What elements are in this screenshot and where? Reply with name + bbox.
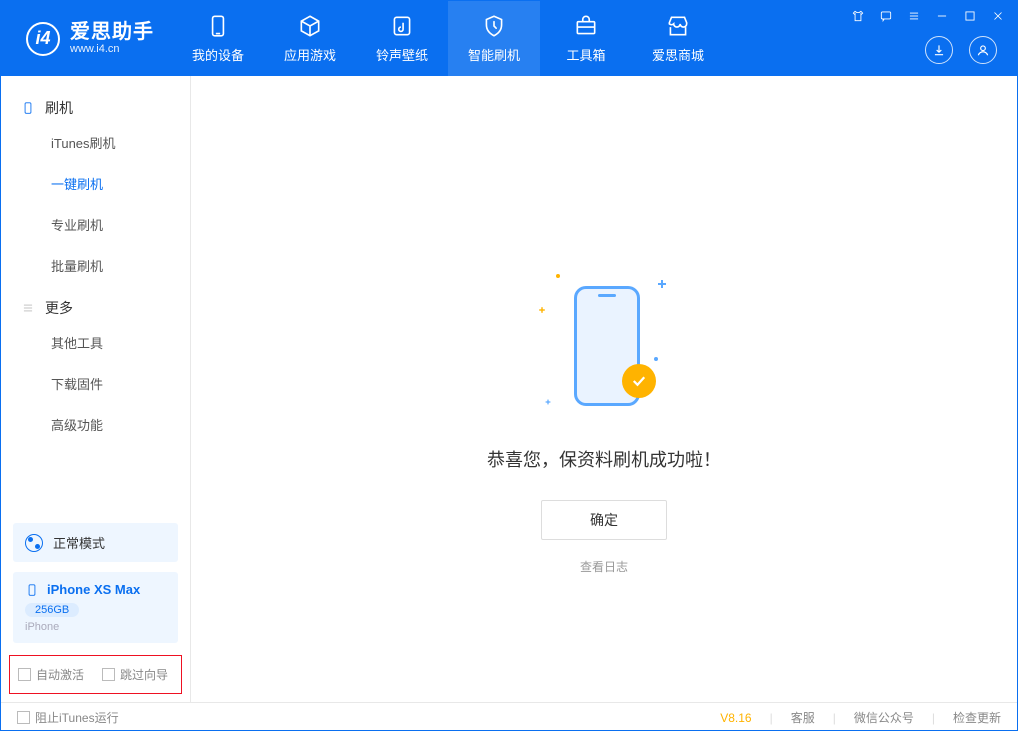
phone-icon [21,101,35,115]
block-itunes-label: 阻止iTunes运行 [35,711,119,725]
minimize-button[interactable] [935,9,949,23]
device-name: iPhone XS Max [47,582,140,597]
app-url: www.i4.cn [70,43,154,55]
device-storage-badge: 256GB [25,603,79,617]
view-log-link[interactable]: 查看日志 [580,558,628,575]
mode-box[interactable]: 正常模式 [13,523,178,562]
sidebar-item-advanced[interactable]: 高级功能 [1,404,190,445]
tshirt-icon[interactable] [851,9,865,23]
menu-icon[interactable] [907,9,921,23]
user-button[interactable] [969,36,997,64]
footer-update[interactable]: 检查更新 [953,709,1001,726]
logo-icon: i4 [26,22,60,56]
auto-activate-checkbox[interactable]: 自动激活 [18,666,84,683]
auto-activate-label: 自动激活 [36,668,84,682]
sidebar-item-other[interactable]: 其他工具 [1,322,190,363]
download-button[interactable] [925,36,953,64]
toolbox-icon [573,13,599,39]
titlebar: i4 爱思助手 www.i4.cn 我的设备 应用游戏 铃声壁纸 智能刷机 工具… [1,1,1017,76]
success-illustration [544,276,664,416]
nav-device-label: 我的设备 [192,45,244,64]
nav-ring[interactable]: 铃声壁纸 [356,1,448,76]
list-icon [21,301,35,315]
version-label: V8.16 [720,711,751,725]
nav-tools-label: 工具箱 [566,45,605,64]
sidebar-item-batch[interactable]: 批量刷机 [1,245,190,286]
device-box[interactable]: iPhone XS Max 256GB iPhone [13,572,178,643]
body: 刷机 iTunes刷机 一键刷机 专业刷机 批量刷机 更多 其他工具 下载固件 … [1,76,1017,702]
sidebar-item-itunes[interactable]: iTunes刷机 [1,122,190,163]
device-type: iPhone [25,621,166,633]
options-highlight: 自动激活 跳过向导 [9,655,182,694]
app-name: 爱思助手 [70,21,154,43]
logo[interactable]: i4 爱思助手 www.i4.cn [1,1,172,76]
shield-icon [481,13,507,39]
nav-tools[interactable]: 工具箱 [540,1,632,76]
sidebar-item-pro[interactable]: 专业刷机 [1,204,190,245]
sidebar-group-more: 更多 [1,286,190,322]
footer: 阻止iTunes运行 V8.16 | 客服 | 微信公众号 | 检查更新 [1,702,1017,732]
main-content: 恭喜您，保资料刷机成功啦！ 确定 查看日志 [191,76,1017,702]
music-icon [389,13,415,39]
sidebar-item-oneclick[interactable]: 一键刷机 [1,163,190,204]
ok-button[interactable]: 确定 [541,500,667,540]
window-controls [851,9,1005,23]
sidebar-group-flash-label: 刷机 [45,98,73,118]
sidebar-item-download[interactable]: 下载固件 [1,363,190,404]
cube-icon [297,13,323,39]
block-itunes-checkbox[interactable]: 阻止iTunes运行 [17,709,119,726]
nav-apps[interactable]: 应用游戏 [264,1,356,76]
nav-flash[interactable]: 智能刷机 [448,1,540,76]
skip-guide-label: 跳过向导 [120,668,168,682]
nav-store-label: 爱思商城 [652,45,704,64]
nav-flash-label: 智能刷机 [468,45,520,64]
mode-icon [25,534,43,552]
success-message: 恭喜您，保资料刷机成功啦！ [487,446,721,472]
nav-store[interactable]: 爱思商城 [632,1,724,76]
close-button[interactable] [991,9,1005,23]
skip-guide-checkbox[interactable]: 跳过向导 [102,666,168,683]
sidebar-group-more-label: 更多 [45,298,73,318]
nav-ring-label: 铃声壁纸 [376,45,428,64]
mode-label: 正常模式 [53,533,105,552]
sidebar: 刷机 iTunes刷机 一键刷机 专业刷机 批量刷机 更多 其他工具 下载固件 … [1,76,191,702]
footer-service[interactable]: 客服 [791,709,815,726]
device-name-row: iPhone XS Max [25,582,166,597]
nav-device[interactable]: 我的设备 [172,1,264,76]
maximize-button[interactable] [963,9,977,23]
header-right-icons [925,36,997,64]
check-icon [622,364,656,398]
footer-wechat[interactable]: 微信公众号 [854,709,914,726]
device-icon [205,13,231,39]
feedback-icon[interactable] [879,9,893,23]
nav-apps-label: 应用游戏 [284,45,336,64]
device-icon [25,583,39,597]
main-nav: 我的设备 应用游戏 铃声壁纸 智能刷机 工具箱 爱思商城 [172,1,724,76]
store-icon [665,13,691,39]
sidebar-group-flash: 刷机 [1,86,190,122]
